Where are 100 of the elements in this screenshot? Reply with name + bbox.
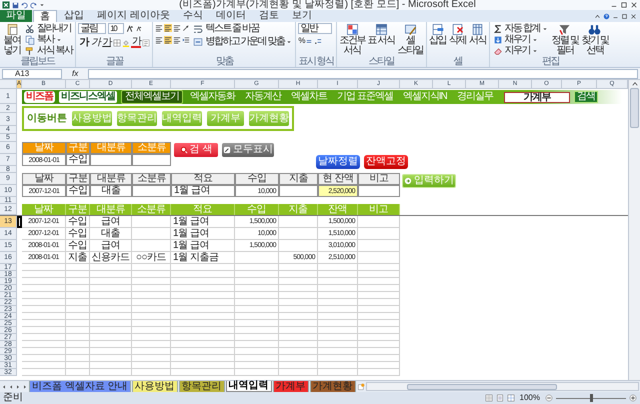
ribbon-tab[interactable]: 수식 <box>176 10 209 22</box>
column-header: 날짜 <box>22 142 66 154</box>
font-name-field[interactable]: 굴림 <box>78 23 106 34</box>
cut-button[interactable]: 잘라내기 <box>24 23 74 34</box>
search-button[interactable]: 검 색 <box>174 143 218 157</box>
cells-button[interactable]: 서식 <box>468 23 487 58</box>
autosum-button[interactable]: 자동 합계 <box>492 23 549 34</box>
percent-button[interactable]: % <box>298 37 304 45</box>
scroll-up-icon <box>630 80 638 88</box>
table-cell: 수입 <box>66 228 90 240</box>
ribbon-tab[interactable]: 검토 <box>252 10 285 22</box>
column-header: 구분 <box>66 204 90 215</box>
zoom-slider-thumb[interactable] <box>590 394 593 402</box>
align-left-icon <box>155 36 164 44</box>
column-header: 대분류 <box>90 142 132 154</box>
vertical-scrollbar[interactable] <box>628 80 640 380</box>
style-button[interactable]: 셀 스타일 <box>396 23 424 58</box>
copy-button[interactable]: 복사 <box>24 34 74 45</box>
table-cell <box>279 228 318 240</box>
ribbon-tab[interactable]: 보기 <box>286 10 318 22</box>
logo-text[interactable]: 비즈니스엑셀 <box>59 91 117 103</box>
font-size-field[interactable]: 10 <box>108 23 124 34</box>
border-icon <box>112 38 121 46</box>
funnel-icon <box>558 23 572 36</box>
merge-icon <box>193 36 204 46</box>
sheet-tab[interactable]: 비즈폼 엑셀자료 안내 <box>29 381 131 392</box>
fix-balance-button[interactable]: 잔액고정 <box>364 155 408 169</box>
ribbon-tab[interactable]: 페이지 레이아웃 <box>91 10 176 22</box>
table-cell <box>358 228 400 240</box>
group-label: 셀 <box>452 57 464 67</box>
grow-font-icon <box>126 24 134 32</box>
group-label: 클립보드 <box>20 57 56 67</box>
column-header: 지출 <box>279 173 318 185</box>
zoom-in-icon <box>629 394 637 402</box>
name-box[interactable]: A13 <box>2 68 62 78</box>
table-cell: 지출 <box>66 252 90 264</box>
search-field[interactable]: 가계부 <box>504 92 570 102</box>
menu-link[interactable]: 전체엑셀보기 <box>121 90 183 104</box>
search-button[interactable]: 검색 <box>574 91 598 103</box>
insert-icon <box>431 23 444 36</box>
editing-button[interactable]: 정렬 및 필터 <box>550 23 579 58</box>
table-cell: ○○카드 <box>132 252 171 264</box>
underline-button[interactable]: 가 <box>101 37 112 48</box>
cells-button[interactable]: 삭제 <box>448 23 467 58</box>
sigma-icon <box>492 24 503 34</box>
table-cell: 수입 <box>66 216 90 228</box>
help-icon <box>603 12 610 20</box>
copy-icon <box>25 34 35 44</box>
merge-center-button[interactable]: 병합하고 가운데 맞춤 <box>192 36 294 47</box>
column-header: 구분 <box>66 173 90 185</box>
table-cell <box>132 240 171 252</box>
sheet-tab[interactable]: 가계부 <box>272 381 309 392</box>
scrollbar-thumb[interactable] <box>406 384 557 390</box>
group-label: 글꼴 <box>104 57 124 67</box>
function-button[interactable]: fx <box>64 70 86 78</box>
editing-button[interactable]: 찾기 및 선택 <box>580 23 609 58</box>
table-cell: 1월 지출금 <box>171 252 235 264</box>
page-layout-icon <box>496 394 504 402</box>
italic-button[interactable]: 가 <box>90 37 100 48</box>
sheet-tab[interactable]: 항목관리 <box>178 381 225 392</box>
sort-button[interactable]: 날짜정렬 <box>316 155 360 169</box>
column-header: 소분류 <box>132 173 171 185</box>
binoc-icon <box>588 23 602 36</box>
scrollbar-thumb[interactable] <box>630 88 639 128</box>
number-format-field[interactable]: 일반 <box>298 23 332 34</box>
undo-icon <box>21 2 28 8</box>
style-button[interactable]: 표 서식 <box>368 23 395 58</box>
cell-icon <box>404 23 417 36</box>
ribbon-tab[interactable]: 삽입 <box>58 10 90 22</box>
ribbon-tab[interactable]: 파일 <box>0 10 32 22</box>
table-cell: 1월 급여 <box>171 216 235 228</box>
clear-button[interactable]: 지우기 <box>492 45 549 56</box>
paste-button[interactable]: 붙여넣기 <box>2 23 22 58</box>
formula-field[interactable] <box>88 68 638 78</box>
sheet-tab[interactable]: 사용방법 <box>132 381 178 392</box>
format-painter-button[interactable]: 서식 복사 <box>24 45 74 56</box>
zoom-level[interactable]: 100% <box>518 394 542 402</box>
caret-icon <box>39 2 45 8</box>
decimal-icon <box>314 37 322 45</box>
table-cell <box>132 216 171 228</box>
bold-button[interactable]: 가 <box>78 37 89 48</box>
orientation-icon <box>182 24 190 32</box>
style-button[interactable]: 조건부 서식 <box>338 23 366 58</box>
fill-button[interactable]: 채우기 <box>492 34 549 45</box>
sheet-tab[interactable]: 내역입력 <box>226 381 272 392</box>
cells-button[interactable]: 삽입 <box>428 23 447 58</box>
logo[interactable]: 비즈폼 <box>24 91 55 103</box>
align-top-icon <box>155 24 164 32</box>
comma-icon <box>304 37 313 45</box>
wrap-text-button[interactable]: 텍스트 줄 바꿈 <box>192 23 294 34</box>
ribbon-tab[interactable]: 데이터 <box>210 10 252 22</box>
caret-icon <box>286 38 292 44</box>
column-header: 구분 <box>66 142 90 154</box>
horizontal-scrollbar[interactable] <box>366 382 639 391</box>
ribbon-tab[interactable]: 홈 <box>33 10 57 22</box>
show-all-button[interactable]: 모두표시 <box>222 143 274 157</box>
column-header: 대분류 <box>90 204 132 215</box>
table-cell <box>90 154 132 166</box>
table-cell <box>358 185 400 197</box>
restore-icon <box>621 12 628 20</box>
